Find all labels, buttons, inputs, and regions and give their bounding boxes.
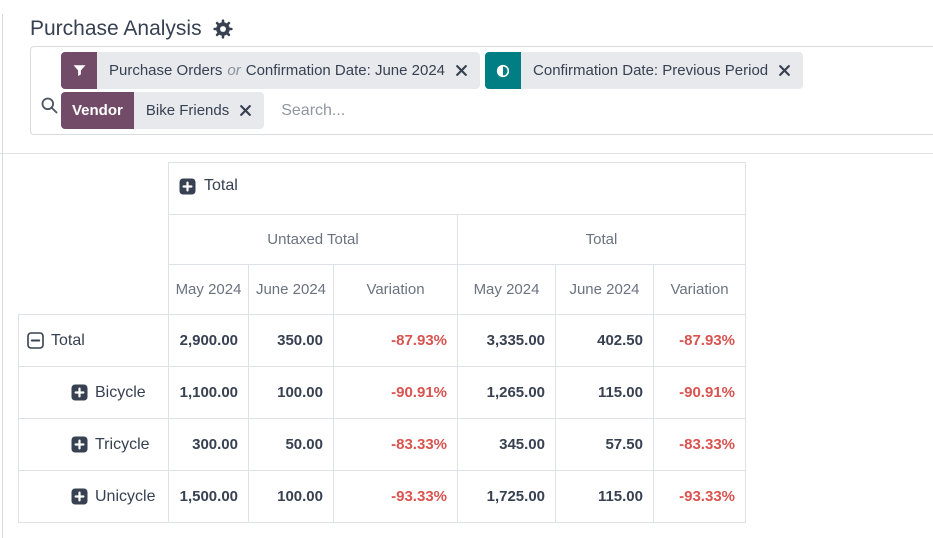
- pivot-top-total-header[interactable]: Total: [169, 163, 746, 215]
- facet-filter-close-icon[interactable]: [455, 64, 468, 77]
- facet-vendor-value: Bike Friends: [146, 102, 229, 119]
- pivot-column-header[interactable]: Variation: [334, 265, 458, 315]
- expand-plus-icon[interactable]: [71, 436, 88, 453]
- funnel-icon: [61, 52, 97, 89]
- window-left-edge: [2, 14, 3, 538]
- pivot-column-header[interactable]: May 2024: [169, 265, 249, 315]
- pivot-cell: 300.00: [169, 419, 249, 471]
- pivot-cell: 115.00: [556, 367, 654, 419]
- pivot-cell: 402.50: [556, 315, 654, 367]
- pivot-cell: 345.00: [458, 419, 556, 471]
- pivot-cell: 100.00: [249, 471, 334, 523]
- expand-plus-icon[interactable]: [71, 384, 88, 401]
- measure-group-total: Total: [458, 215, 746, 265]
- panel-divider: [0, 153, 933, 154]
- table-row: Tricycle 300.00 50.00 -83.33% 345.00 57.…: [19, 419, 746, 471]
- pivot-table: Total Untaxed Total Total May 2024 June …: [18, 162, 746, 523]
- facet-filter-label: Purchase Orders or Confirmation Date: Ju…: [109, 62, 445, 79]
- facet-comparison-close-icon[interactable]: [778, 64, 791, 77]
- pivot-cell: 1,500.00: [169, 471, 249, 523]
- expand-plus-icon[interactable]: [71, 488, 88, 505]
- facet-comparison: Confirmation Date: Previous Period: [485, 52, 803, 89]
- row-header-tricycle[interactable]: Tricycle: [19, 419, 169, 471]
- table-row: Bicycle 1,100.00 100.00 -90.91% 1,265.00…: [19, 367, 746, 419]
- table-row: Total 2,900.00 350.00 -87.93% 3,335.00 4…: [19, 315, 746, 367]
- facet-vendor-field: Vendor: [61, 92, 134, 129]
- pivot-cell: 57.50: [556, 419, 654, 471]
- expand-plus-icon[interactable]: [179, 178, 196, 195]
- half-circle-icon: [485, 52, 521, 89]
- pivot-cell: 1,725.00: [458, 471, 556, 523]
- or-connector: or: [222, 62, 245, 79]
- search-icon: [40, 96, 59, 120]
- measure-group-untaxed-total: Untaxed Total: [169, 215, 458, 265]
- pivot-cell: 1,100.00: [169, 367, 249, 419]
- pivot-cell-variation: -93.33%: [654, 471, 746, 523]
- pivot-cell: 350.00: [249, 315, 334, 367]
- pivot-cell: 1,265.00: [458, 367, 556, 419]
- search-input[interactable]: Search...: [281, 102, 345, 120]
- pivot-cell-variation: -90.91%: [334, 367, 458, 419]
- facet-vendor-close-icon[interactable]: [239, 104, 252, 117]
- pivot-corner-cell: [19, 163, 169, 215]
- pivot-cell-variation: -87.93%: [334, 315, 458, 367]
- pivot-column-header[interactable]: June 2024: [249, 265, 334, 315]
- pivot-cell-variation: -83.33%: [654, 419, 746, 471]
- pivot-cell-variation: -90.91%: [654, 367, 746, 419]
- pivot-cell: 3,335.00: [458, 315, 556, 367]
- row-header-total[interactable]: Total: [19, 315, 169, 367]
- collapse-minus-icon[interactable]: [27, 332, 44, 349]
- search-bar[interactable]: Purchase Orders or Confirmation Date: Ju…: [30, 46, 933, 135]
- view-header: Purchase Analysis: [0, 0, 933, 46]
- facet-vendor: Vendor Bike Friends: [61, 92, 264, 129]
- pivot-cell: 115.00: [556, 471, 654, 523]
- page-title: Purchase Analysis: [30, 17, 202, 41]
- pivot-cell-variation: -93.33%: [334, 471, 458, 523]
- pivot-cell: 2,900.00: [169, 315, 249, 367]
- pivot-cell-variation: -87.93%: [654, 315, 746, 367]
- search-facets: Purchase Orders or Confirmation Date: Ju…: [61, 52, 925, 129]
- facet-filter: Purchase Orders or Confirmation Date: Ju…: [61, 52, 480, 89]
- pivot-column-header[interactable]: Variation: [654, 265, 746, 315]
- pivot-cell: 100.00: [249, 367, 334, 419]
- facet-comparison-label: Confirmation Date: Previous Period: [533, 62, 768, 79]
- gear-icon[interactable]: [212, 18, 234, 40]
- pivot-column-header[interactable]: June 2024: [556, 265, 654, 315]
- row-header-unicycle[interactable]: Unicycle: [19, 471, 169, 523]
- table-row: Unicycle 1,500.00 100.00 -93.33% 1,725.0…: [19, 471, 746, 523]
- pivot-cell-variation: -83.33%: [334, 419, 458, 471]
- pivot-cell: 50.00: [249, 419, 334, 471]
- pivot-column-header[interactable]: May 2024: [458, 265, 556, 315]
- row-header-bicycle[interactable]: Bicycle: [19, 367, 169, 419]
